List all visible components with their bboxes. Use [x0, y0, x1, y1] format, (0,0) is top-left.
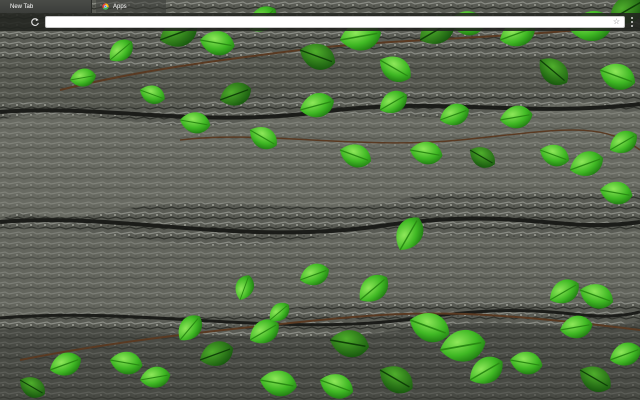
- browser-toolbar: ☆: [0, 13, 640, 34]
- menu-dot: [631, 25, 633, 27]
- tab-strip: New Tab Apps: [0, 0, 640, 13]
- reload-icon: [31, 18, 39, 26]
- bookmark-star-icon[interactable]: ☆: [613, 17, 620, 27]
- address-input[interactable]: [46, 24, 610, 34]
- wallpaper-background: [0, 0, 640, 400]
- apps-icon: [102, 3, 109, 10]
- menu-button[interactable]: [630, 17, 634, 27]
- tab-label: Apps: [113, 3, 127, 10]
- address-bar[interactable]: ☆: [45, 16, 625, 34]
- menu-dot: [631, 21, 633, 23]
- tab-new-tab[interactable]: New Tab: [0, 0, 92, 13]
- tab-apps[interactable]: Apps: [96, 0, 166, 13]
- tab-label: New Tab: [10, 3, 34, 10]
- reload-button[interactable]: [29, 16, 41, 28]
- menu-dot: [631, 17, 633, 19]
